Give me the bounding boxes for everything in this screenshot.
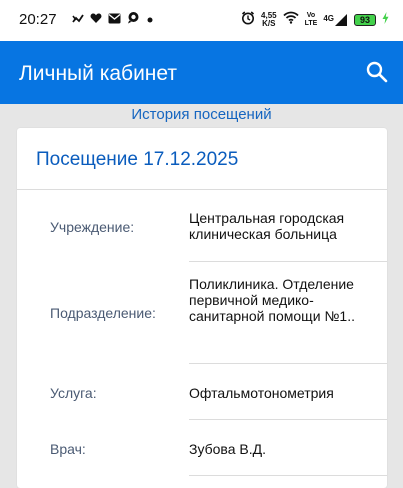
- cellular-signal-icon: 4G: [323, 14, 348, 26]
- network-speed-unit: K/S: [262, 19, 276, 28]
- status-bar: 20:27 4,55 K/S Vo LTE 4G 93: [0, 0, 403, 41]
- row-value: Офтальмотонометрия: [189, 385, 334, 401]
- chat-bubble-icon: [127, 11, 140, 29]
- heart-icon: [90, 11, 102, 29]
- battery-icon: 93: [354, 14, 376, 26]
- visit-history-link[interactable]: История посещений: [0, 106, 403, 123]
- visit-title: Посещение 17.12.2025: [36, 149, 239, 170]
- app-title: Личный кабинет: [19, 62, 177, 85]
- network-speed: 4,55 K/S: [261, 12, 277, 28]
- row-doctor: Врач: Зубова В.Д.: [17, 420, 387, 476]
- row-label: Услуга:: [50, 385, 97, 401]
- row-divider: [189, 475, 387, 476]
- app-bar: Личный кабинет: [0, 41, 403, 104]
- status-right-icons: 4,55 K/S Vo LTE 4G 93: [241, 10, 389, 30]
- row-value: Зубова В.Д.: [189, 441, 266, 457]
- row-label: Учреждение:: [50, 219, 135, 235]
- row-label: Врач:: [50, 441, 86, 457]
- battery-level: 93: [359, 15, 370, 25]
- row-value: Поликлиника. Отделение первичной медико-…: [189, 276, 355, 324]
- wifi-icon: [282, 11, 299, 29]
- alarm-icon: [241, 10, 255, 30]
- visit-card-header: Посещение 17.12.2025: [17, 128, 387, 190]
- signal-strength-icon: [72, 11, 84, 29]
- row-service: Услуга: Офтальмотонометрия: [17, 364, 387, 420]
- network-type: 4G: [323, 14, 334, 23]
- row-label: Подразделение:: [50, 305, 156, 321]
- volte-top: Vo: [306, 12, 316, 19]
- search-button[interactable]: [365, 60, 389, 84]
- row-value: Центральная городская клиническая больни…: [189, 210, 345, 242]
- notification-icons: [72, 11, 154, 29]
- row-institution: Учреждение: Центральная городская клинич…: [17, 190, 387, 262]
- search-icon: [366, 61, 388, 83]
- charging-bolt-icon: [382, 11, 389, 29]
- mail-icon: [108, 11, 121, 29]
- visit-card[interactable]: Посещение 17.12.2025 Учреждение: Централ…: [17, 128, 387, 488]
- status-time: 20:27: [19, 11, 57, 28]
- volte-bottom: LTE: [304, 20, 318, 27]
- volte-indicator: Vo LTE: [305, 12, 318, 28]
- row-department: Подразделение: Поликлиника. Отделение пе…: [17, 262, 387, 364]
- more-notifications-dot-icon: [146, 11, 154, 29]
